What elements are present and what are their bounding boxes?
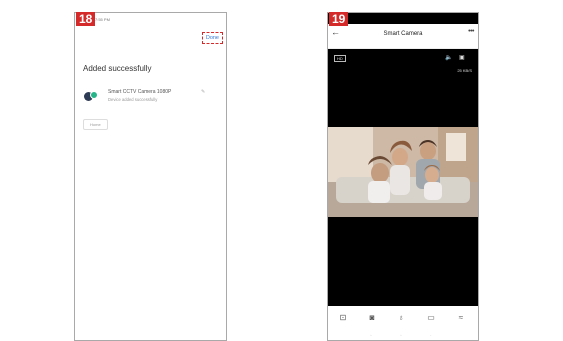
page-title: Added successfully xyxy=(83,64,152,73)
hd-toggle[interactable]: HD xyxy=(334,55,346,62)
step-badge-18: 18 xyxy=(76,12,96,26)
indicator-dot-icon: ◦ xyxy=(400,333,402,339)
fullscreen-icon[interactable]: ▣ xyxy=(459,54,465,61)
live-video-view[interactable]: HD 🔈 ▣ 25 KB/S xyxy=(328,49,478,306)
edit-pencil-icon[interactable]: ✎ xyxy=(201,89,205,95)
nav-bar: ← Smart Camera ••• xyxy=(328,24,478,49)
control-toolbar: ⊡ ◙ ♁ ▭ ≈ ◦ ◦ · xyxy=(328,306,478,340)
more-options-icon[interactable]: ••• xyxy=(468,28,474,35)
camera-icon xyxy=(84,91,98,101)
microphone-icon[interactable]: ♁ xyxy=(394,311,408,323)
indicator-dot-icon: ◦ xyxy=(370,333,372,339)
status-bar xyxy=(328,13,478,24)
family-photo xyxy=(328,127,478,217)
screenshot-icon[interactable]: ⊡ xyxy=(336,311,350,323)
device-name: Smart CCTV Camera 1080P xyxy=(108,89,172,95)
device-row[interactable]: Smart CCTV Camera 1080P ✎ Device added s… xyxy=(84,88,224,112)
indicator-dot-icon: · xyxy=(430,333,432,339)
step-badge-19: 19 xyxy=(329,12,349,26)
phone-screen-added-successfully: 7:55 PM Done Added successfully Smart CC… xyxy=(74,12,227,341)
record-video-icon[interactable]: ▭ xyxy=(424,311,438,323)
camera-snapshot-icon[interactable]: ◙ xyxy=(365,311,379,323)
phone-screen-smart-camera: ← Smart Camera ••• HD 🔈 ▣ 25 KB/S ⊡ ◙ ♁ … xyxy=(327,12,479,341)
ptz-control-icon[interactable]: ≈ xyxy=(454,311,468,323)
status-time: 7:55 PM xyxy=(95,17,110,22)
status-bar: 7:55 PM xyxy=(75,13,226,27)
nav-title: Smart Camera xyxy=(383,31,423,37)
mute-speaker-icon[interactable]: 🔈 xyxy=(445,54,452,61)
device-status: Device added successfully xyxy=(108,97,158,102)
done-button[interactable]: Done xyxy=(201,32,223,44)
bitrate-readout: 25 KB/S xyxy=(457,68,472,73)
camera-live-image xyxy=(328,127,478,217)
room-chip[interactable]: Home xyxy=(83,119,108,130)
